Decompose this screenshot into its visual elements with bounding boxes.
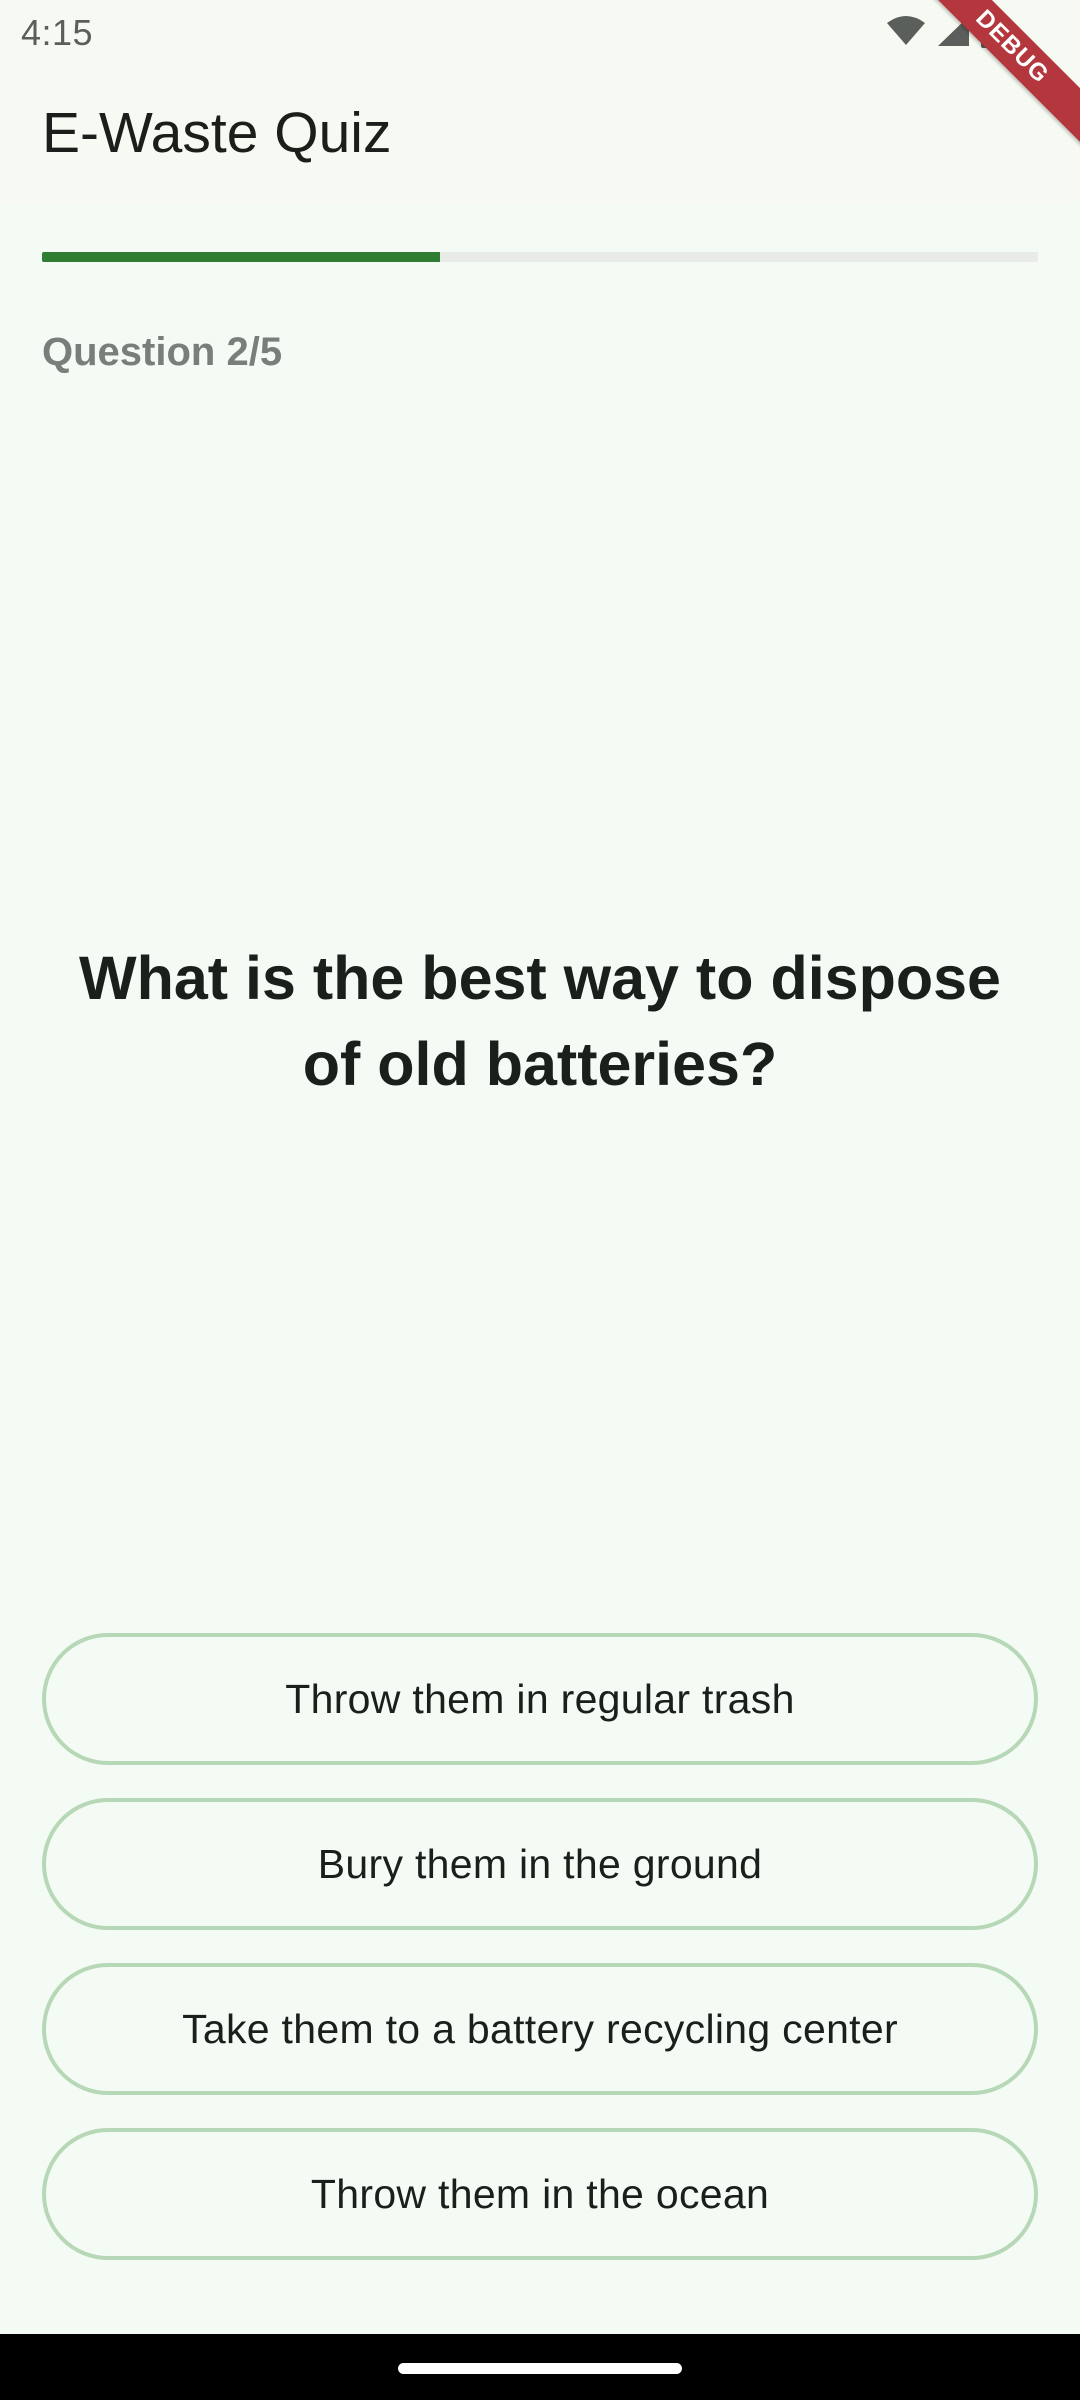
app-bar: 4:15 E-Waste Quiz DEBUG bbox=[0, 0, 1080, 206]
quiz-progress-bar bbox=[42, 252, 1038, 262]
status-time: 4:15 bbox=[21, 12, 94, 53]
answer-button[interactable]: Take them to a battery recycling center bbox=[42, 1963, 1038, 2095]
question-counter: Question 2/5 bbox=[42, 330, 283, 374]
answer-button[interactable]: Throw them in regular trash bbox=[42, 1633, 1038, 1765]
home-indicator[interactable] bbox=[398, 2363, 682, 2374]
wifi-icon bbox=[887, 16, 925, 45]
question-text: What is the best way to dispose of old b… bbox=[79, 944, 1001, 1098]
quiz-progress-fill bbox=[42, 252, 441, 262]
answer-button[interactable]: Throw them in the ocean bbox=[42, 2128, 1038, 2260]
page-title: E-Waste Quiz bbox=[42, 101, 392, 165]
quiz-screen: 4:15 E-Waste Quiz DEBUG Question 2/5 Wha… bbox=[0, 0, 1080, 2400]
status-bar: 4:15 bbox=[0, 0, 1080, 66]
answer-button[interactable]: Bury them in the ground bbox=[42, 1798, 1038, 1930]
answer-list: Throw them in regular trash Bury them in… bbox=[42, 1633, 1038, 2293]
